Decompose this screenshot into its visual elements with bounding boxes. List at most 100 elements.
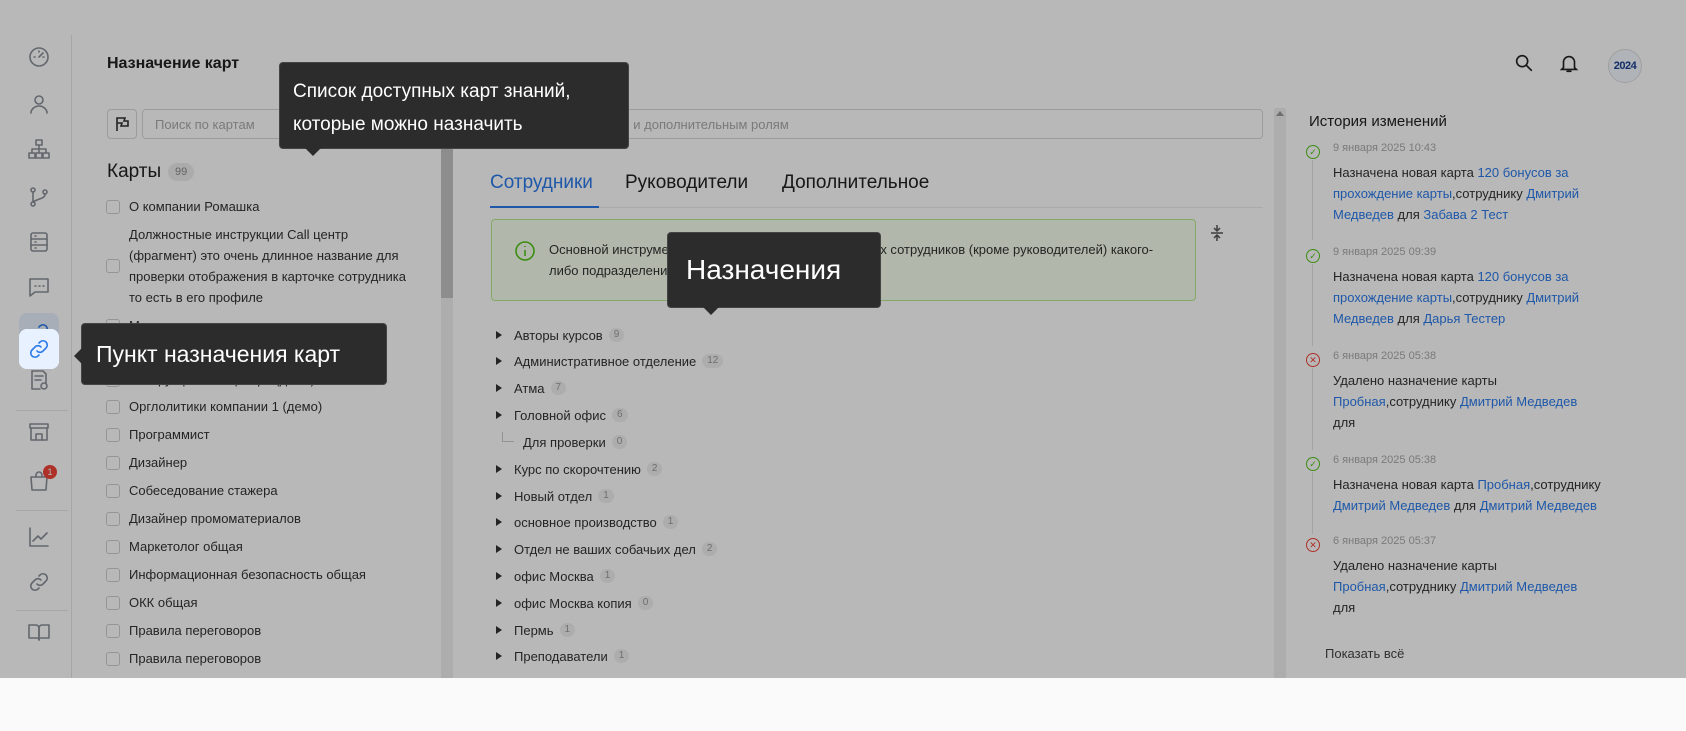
expand-arrow-icon[interactable] [496,518,502,526]
card-item[interactable]: Дизайнер [106,452,187,473]
rail-profile[interactable] [19,84,59,124]
cards-count-badge: 99 [168,163,195,181]
success-check-icon: ✓ [1306,457,1320,471]
success-check-icon: ✓ [1306,249,1320,263]
card-item[interactable]: ОКК общая [106,592,198,613]
rail-shop[interactable]: 1 [19,461,59,501]
card-checkbox[interactable] [106,455,120,470]
tree-node[interactable]: Курс по скорочтению 2 [496,459,663,479]
employee-link[interactable]: Дмитрий Медведев [1460,394,1577,409]
card-link[interactable]: Пробная [1477,477,1530,492]
book-icon [28,624,50,641]
history-entry-text: Удалено назначение карты Пробная,сотрудн… [1333,373,1578,430]
card-link[interactable]: Пробная [1333,394,1386,409]
card-checkbox[interactable] [106,199,120,214]
search-button[interactable] [1513,52,1537,76]
rail-server[interactable] [19,222,59,262]
card-checkbox[interactable] [106,483,120,498]
card-checkbox[interactable] [106,567,120,582]
card-checkbox[interactable] [106,427,120,442]
tree-node[interactable]: офис Москва копия 0 [496,593,654,613]
rail-branches[interactable] [19,177,59,217]
scroll-up-arrow-icon[interactable] [1276,111,1284,116]
expand-arrow-icon[interactable] [496,411,502,419]
tab-managers[interactable]: Руководители [625,172,748,194]
history-scrollbar[interactable] [1274,108,1286,678]
tabs-divider [490,207,1263,208]
card-link[interactable]: Пробная [1333,579,1386,594]
notifications-button[interactable] [1558,52,1582,76]
link-icon [29,339,49,359]
target-link[interactable]: Забава 2 Тест [1423,207,1508,222]
rail-store[interactable] [19,412,59,452]
expand-arrow-icon[interactable] [496,545,502,553]
show-all-link[interactable]: Показать всё [1325,646,1404,661]
card-checkbox[interactable] [106,595,120,610]
tree-node[interactable]: Для проверки 0 [502,432,628,452]
tooltip-cards-list: Список доступных карт знаний, которые мо… [279,62,629,156]
tree-node[interactable]: Пермь 1 [496,620,576,640]
card-checkbox[interactable] [106,399,120,414]
employee-link[interactable]: Дмитрий Медведев [1460,579,1577,594]
tree-node[interactable]: Авторы курсов 9 [496,325,625,345]
history-entry-text: Назначена новая карта Пробная,сотруднику… [1333,477,1601,513]
collapse-all-button[interactable] [1208,224,1226,242]
app-frame: 1 Назначение карт 2024 Карты 99 О компан… [0,0,1686,678]
link-icon [29,572,49,592]
rail-chat[interactable] [19,267,59,307]
card-checkbox[interactable] [106,623,120,638]
tab-additional[interactable]: Дополнительное [782,172,929,194]
expand-arrow-icon[interactable] [496,384,502,392]
rail-org-structure[interactable] [19,129,59,169]
page-title: Назначение карт [107,55,240,72]
expand-arrow-icon[interactable] [496,465,502,473]
tab-employees[interactable]: Сотрудники [490,172,593,194]
tree-node[interactable]: Атма 7 [496,378,567,398]
tree-node[interactable]: офис Москва 1 [496,566,616,586]
card-checkbox[interactable] [106,511,120,526]
expand-arrow-icon[interactable] [496,626,502,634]
card-item[interactable]: Должностные инструкции Call центр (фрагм… [106,224,406,308]
flag-icon [116,117,129,131]
tree-node[interactable]: Головной офис 6 [496,405,628,425]
tooltip-assignments: Назначения [667,232,881,315]
expand-arrow-icon[interactable] [496,599,502,607]
rail-analytics[interactable] [19,517,59,557]
target-link[interactable]: Дарья Тестер [1423,311,1505,326]
cards-scrollbar[interactable] [441,142,453,678]
target-link[interactable]: Дмитрий Медведев [1480,498,1597,513]
scrollbar-thumb[interactable] [441,142,453,298]
card-item[interactable]: Правила переговоров [106,648,261,669]
card-item[interactable]: Информационная безопасность общая [106,564,366,585]
tree-node[interactable]: Преподаватели 1 [496,646,630,666]
avatar[interactable]: 2024 [1608,49,1642,83]
timeline-line [1312,264,1313,346]
expand-arrow-icon[interactable] [496,492,502,500]
highlighted-rail-item[interactable] [19,329,59,369]
expand-arrow-icon[interactable] [496,572,502,580]
success-check-icon: ✓ [1306,145,1320,159]
card-item[interactable]: Орглолитики компании 1 (демо) [106,396,322,417]
expand-arrow-icon[interactable] [496,652,502,660]
card-checkbox[interactable] [106,259,120,273]
rail-links[interactable] [19,562,59,602]
card-item[interactable]: Программист [106,424,210,445]
card-checkbox[interactable] [106,539,120,554]
card-item[interactable]: Маркетолог общая [106,536,243,557]
tree-node[interactable]: Новый отдел 1 [496,486,614,506]
filter-flag-button[interactable] [107,109,137,139]
expand-arrow-icon[interactable] [496,331,502,339]
card-item[interactable]: Дизайнер промоматериалов [106,508,301,529]
card-item[interactable]: О компании Ромашка [106,196,259,217]
rail-divider [16,510,68,511]
card-item[interactable]: Правила переговоров [106,620,261,641]
tree-node[interactable]: основное производство 1 [496,512,679,532]
expand-arrow-icon[interactable] [496,357,502,365]
tree-node[interactable]: Отдел не ваших собачьих дел 2 [496,539,718,559]
card-item[interactable]: Собеседование стажера [106,480,278,501]
rail-dashboard[interactable] [19,36,59,76]
card-checkbox[interactable] [106,651,120,666]
employee-link[interactable]: Дмитрий Медведев [1333,498,1450,513]
rail-knowledge-base[interactable] [19,612,59,652]
tree-node[interactable]: Административное отделение 12 [496,351,724,371]
